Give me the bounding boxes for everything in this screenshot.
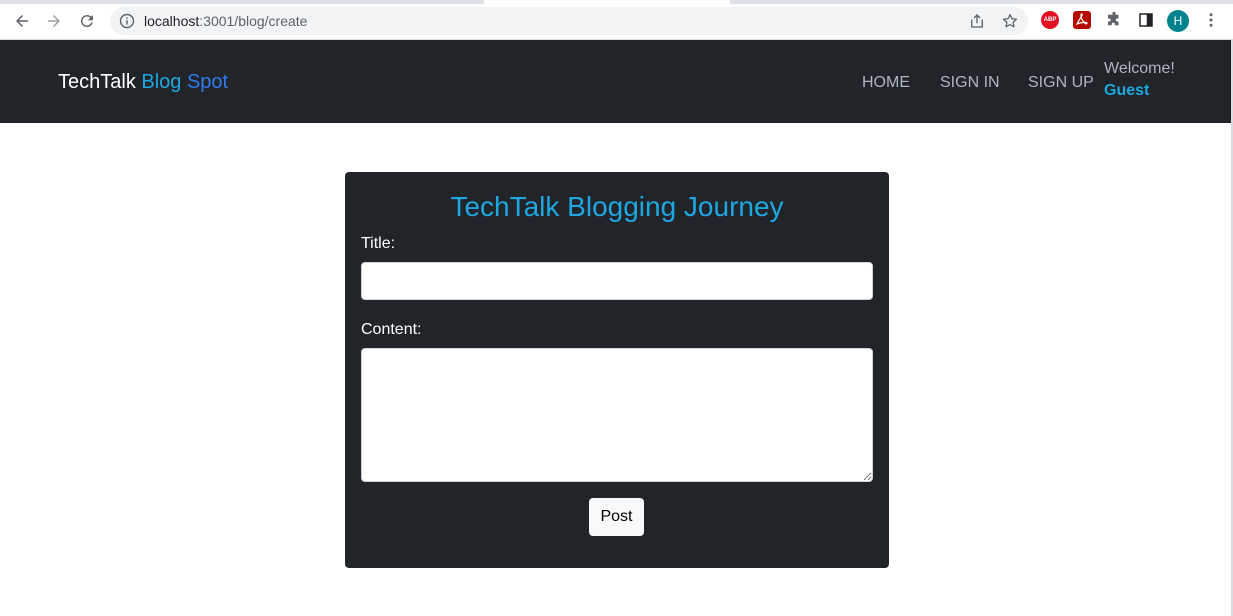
post-button[interactable]: Post (589, 498, 644, 536)
browser-toolbar: localhost:3001/blog/create ABP H (0, 0, 1233, 40)
brand-blog: Blog (141, 71, 187, 93)
create-post-card: TechTalk Blogging Journey Title: Content… (345, 172, 889, 568)
adblock-label: ABP (1043, 17, 1057, 23)
site-brand[interactable]: TechTalk Blog Spot (58, 70, 228, 94)
forward-icon[interactable] (42, 9, 66, 33)
username: Guest (1104, 82, 1150, 99)
welcome-text: Welcome! (1104, 60, 1175, 77)
profile-avatar[interactable]: H (1167, 10, 1189, 32)
address-bar[interactable]: localhost:3001/blog/create (110, 7, 1028, 35)
nav-link-home[interactable]: HOME (862, 73, 910, 93)
back-icon[interactable] (10, 9, 34, 33)
title-input[interactable] (361, 262, 873, 300)
extensions-puzzle-icon[interactable] (1105, 11, 1123, 29)
active-tab[interactable] (484, 0, 730, 4)
url-host: localhost (144, 13, 200, 29)
share-icon[interactable] (968, 12, 986, 30)
url-path: :3001/blog/create (199, 13, 308, 29)
site-info-icon[interactable] (119, 13, 135, 29)
nav-link-sign-in[interactable]: SIGN IN (940, 73, 1000, 93)
brand-spot: Spot (186, 71, 229, 93)
side-panel-icon[interactable] (1137, 11, 1155, 29)
page-title: TechTalk Blogging Journey (450, 191, 784, 222)
title-label: Title: (361, 235, 396, 252)
nav-link-sign-up[interactable]: SIGN UP (1028, 73, 1094, 93)
reload-icon[interactable] (75, 9, 99, 33)
site-navbar: TechTalk Blog Spot HOME SIGN IN SIGN UP … (0, 40, 1233, 123)
avatar-letter: H (1173, 14, 1183, 28)
bookmark-star-icon[interactable] (1001, 12, 1019, 30)
content-textarea[interactable] (361, 348, 873, 482)
adblock-extension-icon[interactable]: ABP (1041, 11, 1059, 29)
content-label: Content: (361, 321, 422, 338)
menu-kebab-icon[interactable] (1202, 11, 1220, 29)
brand-techtalk: TechTalk (58, 71, 142, 93)
pdf-extension-icon[interactable] (1073, 11, 1091, 29)
url-text[interactable]: localhost:3001/blog/create (144, 13, 307, 29)
